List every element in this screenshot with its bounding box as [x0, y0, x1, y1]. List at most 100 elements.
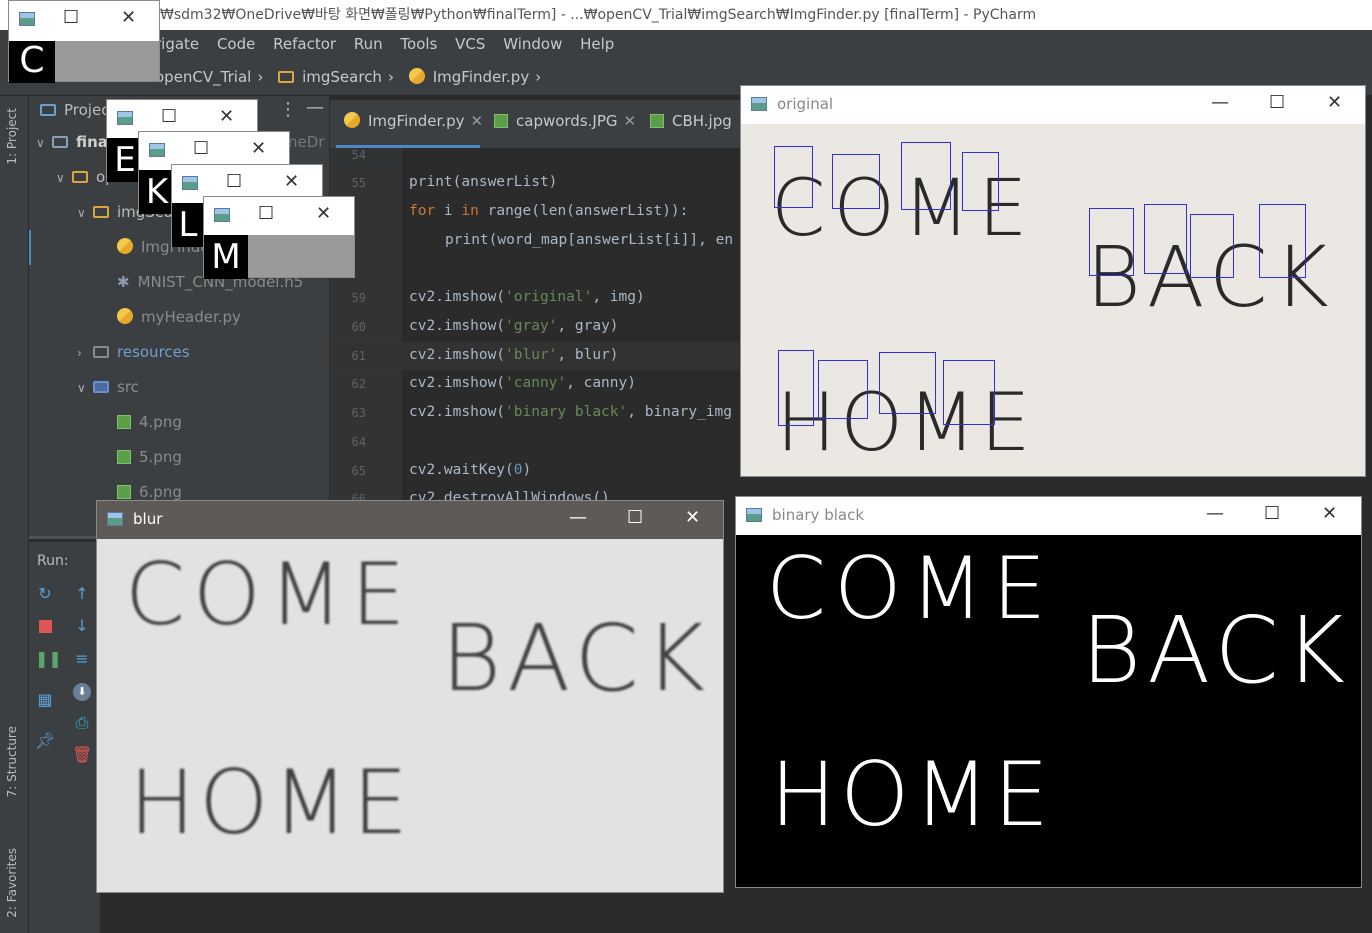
python-file-icon [408, 68, 425, 84]
chevron-down-icon: ∨ [36, 136, 45, 150]
code-text: , gray) [557, 318, 619, 334]
maximize-icon[interactable]: ☐ [193, 138, 209, 159]
project-tool-button[interactable]: 1: Project [5, 108, 19, 165]
more-options-icon[interactable]: ⋮ [279, 99, 297, 120]
breadcrumb-item[interactable]: ImgFinder.py [433, 68, 529, 86]
cv-window-titlebar[interactable]: ☐ ✕ [204, 197, 354, 235]
bounding-box [879, 352, 936, 414]
minimize-icon[interactable]: — [1211, 92, 1229, 113]
close-icon[interactable]: ✕ [1322, 503, 1337, 524]
chevron-down-icon: ∨ [77, 206, 86, 220]
code-text: , canny) [566, 375, 636, 391]
menu-refactor[interactable]: Refactor [273, 35, 336, 53]
image-file-icon [650, 114, 664, 128]
maximize-icon[interactable]: ☐ [627, 507, 643, 528]
tree-item-final[interactable]: ∨ final [36, 133, 113, 151]
minimize-icon[interactable]: — [1206, 503, 1224, 524]
breadcrumb-item[interactable]: imgSearch [302, 68, 382, 86]
layout-icon[interactable]: ▦ [35, 690, 55, 709]
menu-navigate[interactable]: rigate [155, 35, 199, 53]
cv-window-blur[interactable]: blur — ☐ ✕ COME BACK HOME [96, 500, 724, 893]
cv-window-titlebar[interactable]: ☐ ✕ [9, 1, 159, 41]
folder-icon [52, 136, 68, 148]
code-text: cv2.imshow( [409, 318, 506, 334]
cv-window-small[interactable]: ☐ ✕ M [203, 196, 355, 279]
folder-icon [40, 104, 56, 116]
menu-window[interactable]: Window [503, 35, 562, 53]
menu-run[interactable]: Run [354, 35, 383, 53]
maximize-icon[interactable]: ☐ [258, 203, 274, 224]
tree-item-src[interactable]: ∨ src [77, 378, 139, 396]
cv-window-binary-black[interactable]: binary black — ☐ ✕ COME BACK HOME [735, 496, 1362, 888]
pause-icon[interactable]: ❚❚ [35, 649, 62, 668]
close-icon[interactable]: ✕ [251, 138, 266, 159]
maximize-icon[interactable]: ☐ [1269, 92, 1285, 113]
code-line: cv2.imshow('canny', canny) [409, 375, 636, 391]
word-come: COME [766, 539, 1055, 639]
tree-item-5png[interactable]: 5.png [117, 448, 182, 466]
window-title: ₩sdm32₩OneDrive₩바탕 화면₩폴링₩Python₩finalTer… [160, 7, 1037, 23]
menu-bar: rigate Code Refactor Run Tools VCS Windo… [0, 30, 1372, 58]
close-icon[interactable]: ✕ [284, 171, 299, 192]
menu-code[interactable]: Code [217, 35, 255, 53]
trash-icon[interactable]: 🗑︎ [72, 745, 92, 764]
line-number: 62 [351, 377, 366, 391]
tab-cbh[interactable]: CBH.jpg✕ [650, 112, 750, 130]
menu-tools[interactable]: Tools [400, 35, 437, 53]
window-title-bar: ₩sdm32₩OneDrive₩바탕 화면₩폴링₩Python₩finalTer… [0, 0, 1372, 30]
close-icon[interactable]: ✕ [121, 7, 136, 28]
menu-help[interactable]: Help [580, 35, 614, 53]
tree-item-resources[interactable]: › resources [77, 343, 190, 361]
cv-window-image: COME BACK HOME [97, 539, 723, 892]
pin-icon[interactable]: 📌︎ [35, 731, 55, 750]
project-header[interactable]: Projec [40, 101, 109, 119]
maximize-icon[interactable]: ☐ [161, 106, 177, 127]
close-icon[interactable]: ✕ [316, 203, 331, 224]
maximize-icon[interactable]: ☐ [226, 171, 242, 192]
menu-vcs[interactable]: VCS [455, 35, 485, 53]
window-icon [214, 208, 230, 222]
bounding-box [962, 152, 999, 211]
tab-capwords[interactable]: capwords.JPG ✕ [494, 112, 636, 130]
tab-imgfinder[interactable]: ImgFinder.py ✕ [344, 112, 483, 130]
cv-window-small[interactable]: ☐ ✕ C [8, 0, 160, 83]
close-icon[interactable]: ✕ [1327, 92, 1342, 113]
window-icon [19, 12, 35, 26]
rerun-icon[interactable]: ↻ [35, 584, 55, 603]
close-icon[interactable]: ✕ [219, 106, 234, 127]
tree-item-label: src [117, 378, 139, 396]
arrow-up-icon[interactable]: ↑ [72, 584, 92, 603]
chevron-right-icon: › [257, 68, 264, 86]
breadcrumb-item[interactable]: openCV_Trial [155, 68, 251, 86]
favorites-tool-button[interactable]: 2: Favorites [5, 848, 19, 918]
minimize-icon[interactable]: — [306, 97, 324, 118]
stop-icon[interactable] [35, 618, 55, 637]
scroll-to-end-icon[interactable]: ⬇ [72, 680, 92, 701]
folder-icon [93, 206, 109, 218]
close-icon[interactable]: ✕ [470, 112, 483, 130]
code-line: print(answerList) [409, 174, 557, 190]
window-icon [746, 508, 762, 522]
close-icon[interactable]: ✕ [685, 507, 700, 528]
image-file-icon [117, 415, 131, 429]
code-text: print(word_map[answerList[i]], en [445, 232, 734, 248]
tree-item-6png[interactable]: 6.png [117, 483, 182, 501]
tree-item-4png[interactable]: 4.png [117, 413, 182, 431]
print-icon[interactable]: ⎙ [72, 713, 92, 733]
cv-window-original[interactable]: original — ☐ ✕ COME BACK HOME [740, 85, 1366, 477]
close-icon[interactable]: ✕ [624, 112, 637, 130]
tree-item-myheader[interactable]: myHeader.py [117, 308, 241, 326]
arrow-down-icon[interactable]: ↓ [72, 616, 92, 635]
structure-tool-button[interactable]: 7: Structure [5, 726, 19, 797]
cv-window-titlebar[interactable]: original — ☐ ✕ [741, 86, 1365, 124]
minimize-icon[interactable]: — [569, 507, 587, 528]
window-icon [149, 143, 165, 157]
chevron-right-icon: › [77, 346, 82, 360]
bounding-box [1089, 208, 1134, 276]
cv-window-titlebar[interactable]: blur — ☐ ✕ [97, 501, 723, 539]
cv-window-titlebar[interactable]: binary black — ☐ ✕ [736, 497, 1361, 535]
soft-wrap-icon[interactable]: ≡ [72, 649, 92, 668]
maximize-icon[interactable]: ☐ [1264, 503, 1280, 524]
maximize-icon[interactable]: ☐ [63, 7, 79, 28]
code-text: , blur) [557, 347, 619, 363]
